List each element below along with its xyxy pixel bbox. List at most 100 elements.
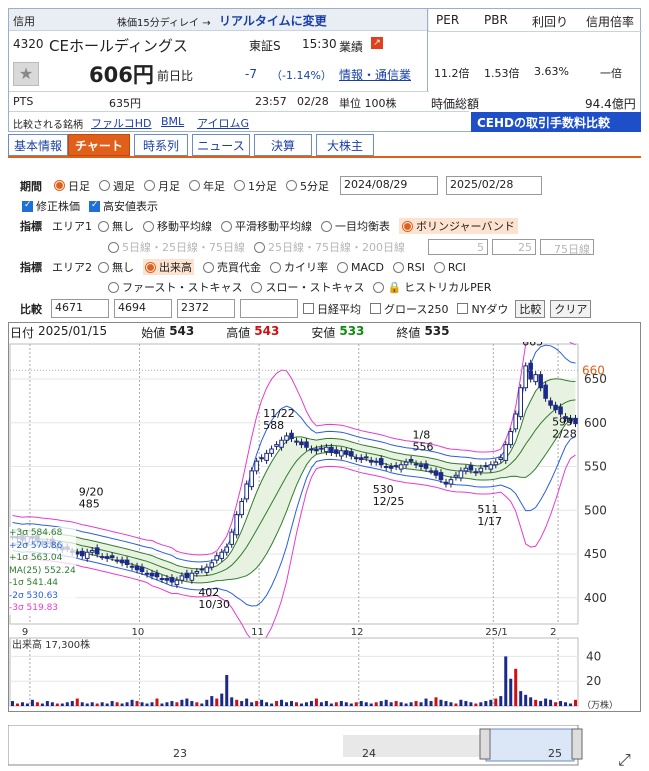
compare-link-3[interactable]: アイロムG (197, 115, 249, 131)
low-value: 533 (339, 324, 365, 338)
pts-price: 635円 (109, 97, 141, 110)
ma-set-1[interactable]: 5日線・25日線・75日線 (108, 239, 245, 255)
tab-chart[interactable]: チャート (68, 134, 130, 156)
y-tick: 400 (584, 591, 607, 605)
area2-rci[interactable]: RCI (433, 261, 466, 274)
tab-news[interactable]: ニュース (192, 134, 250, 156)
compare-button[interactable]: 比較 (515, 299, 546, 318)
ma-val-2[interactable]: 25 (492, 239, 536, 255)
candle (344, 450, 349, 455)
volume-bar (419, 702, 423, 706)
volume-bar (25, 703, 29, 706)
fee-banner[interactable]: CEHDの取引手数料比較 (471, 112, 641, 132)
tab-earnings[interactable]: 決算 (254, 134, 312, 156)
candle (154, 572, 160, 578)
volume-bar (539, 701, 543, 706)
area2-rsi[interactable]: RSI (392, 261, 425, 274)
volume-bar (509, 678, 513, 706)
price-chart[interactable]: 4004505005506006509 10 11 12 25/1 26609/20485… (8, 342, 641, 712)
last-price-label: 660 (582, 363, 605, 377)
period-weekly[interactable]: 週足 (99, 178, 135, 194)
period-yearly[interactable]: 年足 (189, 178, 225, 194)
compare-code-2[interactable]: 4694 (114, 299, 172, 318)
cmp-nydow[interactable]: NYダウ (457, 301, 508, 317)
period-5min[interactable]: 5分足 (286, 178, 329, 194)
compare-link-2[interactable]: BML (161, 115, 184, 128)
adjusted-check[interactable]: 修正株価 (22, 198, 80, 214)
area2-fast-stoch[interactable]: ファースト・ストキャス (108, 279, 242, 295)
nav-handle-right[interactable] (571, 728, 583, 760)
cmp-growth[interactable]: グロース250 (370, 301, 448, 317)
area1-sma[interactable]: 平滑移動平均線 (221, 218, 312, 234)
area2-deviation[interactable]: カイリ率 (270, 259, 328, 275)
annotation-label: 12/25 (373, 495, 405, 508)
compare-code-1[interactable]: 4671 (51, 299, 109, 318)
compare-code-4[interactable] (240, 299, 298, 318)
realtime-link[interactable]: リアルタイムに変更 (219, 12, 327, 29)
area1-ichimoku[interactable]: 一目均衡表 (321, 218, 390, 234)
date-from-input[interactable]: 2024/08/29 (340, 176, 438, 195)
area2-slow-stoch[interactable]: スロー・ストキャス (251, 279, 364, 295)
delay-note: 株価15分ディレイ → (117, 18, 211, 29)
volume-bar (404, 703, 408, 706)
perf-arrow-icon[interactable]: ↗ (371, 37, 383, 49)
annotation-label: 485 (79, 498, 100, 511)
area2-none[interactable]: 無し (98, 259, 134, 275)
candle (493, 461, 499, 466)
stock-header: 信用 株価15分ディレイ → リアルタイムに変更 4320 CEホールディングス… (8, 8, 642, 132)
period-label: 期間 (20, 179, 42, 193)
volume-bar (145, 703, 149, 706)
x-tick: 12 (351, 627, 364, 638)
favorite-star-icon[interactable]: ★ (13, 62, 39, 86)
indicator-label: 指標 (20, 220, 42, 233)
current-price: 606円 (89, 63, 154, 87)
highlow-check[interactable]: 高安値表示 (89, 198, 158, 214)
ma-val-3[interactable]: 75日線 (540, 239, 594, 256)
expand-icon[interactable]: ⤢ (618, 750, 631, 767)
volume-label: 出来高 17,300株 (12, 638, 90, 651)
compare-link-1[interactable]: ファルコHD (91, 115, 152, 131)
date-to-input[interactable]: 2025/02/28 (446, 176, 542, 195)
margin-ratio-value: 一倍 (600, 67, 622, 80)
ma-set-2[interactable]: 25日線・75日線・200日線 (254, 239, 405, 255)
bb-legend-row: +3σ 584.68 (9, 528, 63, 538)
candle (388, 466, 394, 469)
area2-volume[interactable]: 出来高 (143, 259, 194, 275)
candle (84, 551, 90, 559)
volume-bar (334, 702, 338, 706)
volume-bar (100, 702, 104, 706)
volume-bar (290, 701, 294, 706)
ma-val-1[interactable]: 5 (428, 239, 488, 255)
area1-bollinger[interactable]: ボリンジャーバンド (399, 218, 518, 234)
annotation-label: 556 (413, 441, 434, 454)
range-navigator[interactable]: 23 24 25 ⤢ (8, 725, 641, 767)
prev-label: 前日比 (157, 69, 194, 83)
tab-basic-info[interactable]: 基本情報 (8, 134, 68, 156)
compare-code-3[interactable]: 2372 (177, 299, 235, 318)
industry-link[interactable]: 情報・通信業 (339, 66, 411, 83)
area2-label: エリア2 (52, 261, 92, 274)
candle (319, 447, 324, 450)
area2-hist-per[interactable]: 🔒 ヒストリカルPER (373, 279, 491, 295)
tab-shareholders[interactable]: 大株主 (316, 134, 374, 156)
area1-ma[interactable]: 移動平均線 (143, 218, 212, 234)
date-value: 2025/01/15 (38, 324, 108, 338)
tab-timeseries[interactable]: 時系列 (134, 134, 188, 156)
area2-macd[interactable]: MACD (337, 261, 384, 274)
volume-bar (235, 699, 239, 706)
volume-bar (20, 702, 24, 706)
candle (523, 365, 528, 389)
close-value: 535 (424, 324, 450, 338)
candle (164, 578, 170, 581)
nav-handle-left[interactable] (479, 728, 491, 760)
period-monthly[interactable]: 月足 (144, 178, 180, 194)
cmp-nikkei[interactable]: 日経平均 (303, 301, 361, 317)
clear-button[interactable]: クリア (550, 299, 592, 318)
candle (403, 461, 409, 466)
area1-none[interactable]: 無し (98, 218, 134, 234)
candle (249, 470, 254, 488)
period-1min[interactable]: 1分足 (234, 178, 277, 194)
area2-value[interactable]: 売買代金 (203, 259, 261, 275)
candle (558, 406, 563, 415)
period-daily[interactable]: 日足 (54, 178, 90, 194)
